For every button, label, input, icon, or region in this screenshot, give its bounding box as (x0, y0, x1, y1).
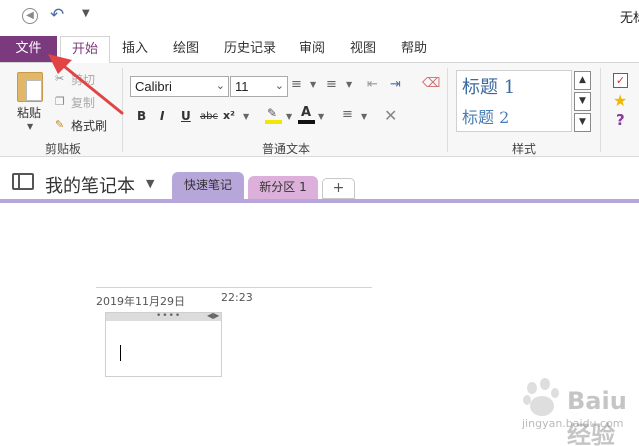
page-time: 22:23 (221, 291, 253, 304)
strikethrough-button[interactable]: abc (200, 111, 218, 122)
clear-icon[interactable]: ✕ (384, 106, 397, 125)
styles-scroll-down-icon[interactable]: ▼ (574, 92, 591, 111)
paste-sheet-icon (26, 80, 42, 101)
align-icon[interactable]: ≡ (342, 107, 353, 122)
italic-button[interactable]: I (160, 109, 164, 123)
section-color-band (0, 199, 639, 203)
letter-a-icon: A (301, 105, 312, 120)
copy-button[interactable]: 复制 (71, 94, 95, 111)
resize-handle-icon[interactable]: ◀▶ (207, 311, 219, 320)
font-color-icon[interactable]: A (298, 105, 315, 124)
font-size-combo[interactable]: 11 ⌄ (230, 76, 288, 97)
copy-icon[interactable]: ❐ (55, 96, 67, 108)
chevron-down-icon[interactable]: ▼ (361, 112, 367, 121)
tab-insert[interactable]: 插入 (115, 36, 155, 63)
chevron-down-icon[interactable]: ▼ (346, 80, 352, 89)
font-name-value: Calibri (135, 79, 172, 94)
star-icon[interactable]: ★ (613, 91, 627, 110)
clear-formatting-icon[interactable]: ⌫ (422, 76, 440, 91)
font-name-combo[interactable]: Calibri ⌄ (130, 76, 229, 97)
style-heading-2[interactable]: 标题 2 (462, 104, 509, 128)
chevron-down-icon[interactable]: ▼ (243, 112, 249, 121)
notebook-name[interactable]: 我的笔记本 (45, 172, 135, 198)
baidu-paw-icon (523, 378, 559, 416)
tab-file[interactable]: 文件 (0, 36, 57, 63)
bullet-list-icon[interactable]: ≡ (291, 77, 302, 92)
tab-help[interactable]: 帮助 (394, 36, 434, 63)
question-icon[interactable]: ? (616, 111, 625, 129)
decrease-indent-icon[interactable]: ⇤ (367, 77, 378, 92)
highlight-swatch (265, 120, 282, 124)
note-container[interactable] (105, 312, 222, 377)
undo-icon[interactable]: ↶ (50, 5, 64, 25)
notebook-icon[interactable] (12, 173, 34, 190)
cut-button[interactable]: 剪切 (71, 71, 95, 88)
tab-history[interactable]: 历史记录 (220, 36, 280, 63)
tab-review[interactable]: 审阅 (292, 36, 332, 63)
section-tab-quick-notes[interactable]: 快速笔记 (172, 172, 244, 201)
format-painter-button[interactable]: 格式刷 (71, 117, 107, 134)
chevron-down-icon[interactable]: ▼ (310, 80, 316, 89)
increase-indent-icon[interactable]: ⇥ (390, 77, 401, 92)
notebook-spine (18, 175, 20, 188)
page-date: 2019年11月29日 (96, 295, 185, 308)
page-title-line[interactable] (96, 287, 372, 288)
styles-more-icon[interactable]: ▼ (574, 113, 591, 132)
clipboard-group-label: 剪贴板 (45, 142, 82, 156)
text-cursor (120, 345, 121, 361)
style-heading-1[interactable]: 标题 1 (462, 73, 515, 99)
chevron-down-icon[interactable]: ▼ (286, 112, 292, 121)
group-separator (600, 68, 601, 152)
underline-button[interactable]: U (181, 109, 191, 123)
format-painter-icon[interactable]: ✎ (55, 119, 67, 131)
chevron-down-icon[interactable]: ⌄ (275, 77, 284, 96)
styles-group-label: 样式 (512, 142, 537, 156)
section-tab-new-section[interactable]: 新分区 1 (248, 176, 318, 201)
tab-draw[interactable]: 绘图 (166, 36, 206, 63)
tab-home[interactable]: 开始 (60, 36, 110, 63)
cut-icon[interactable]: ✂ (55, 73, 67, 85)
ribbon-bottom-border (0, 156, 639, 157)
paste-button[interactable]: 粘贴 (17, 104, 41, 121)
highlight-color-icon[interactable]: ✎ (265, 106, 282, 124)
add-section-button[interactable]: + (322, 178, 355, 199)
move-handle-icon[interactable]: •••• (156, 311, 181, 321)
tab-view[interactable]: 视图 (343, 36, 383, 63)
chevron-down-icon[interactable]: ⌄ (216, 77, 225, 96)
customize-quick-access-icon[interactable]: ▼ (82, 8, 90, 19)
group-separator (122, 68, 123, 152)
watermark-subtext: jingyan.baidu.com (522, 417, 624, 430)
chevron-down-icon[interactable]: ▼ (318, 112, 324, 121)
bold-button[interactable]: B (137, 109, 146, 123)
group-separator (447, 68, 448, 152)
back-icon[interactable]: ◀ (22, 8, 38, 24)
font-size-value: 11 (235, 79, 249, 94)
pen-icon: ✎ (267, 106, 278, 120)
chevron-down-icon[interactable]: ▼ (146, 177, 154, 190)
todo-checkbox-icon[interactable]: ✓ (613, 73, 628, 88)
font-color-swatch (298, 120, 315, 124)
styles-scroll-up-icon[interactable]: ▲ (574, 71, 591, 90)
font-group-label: 普通文本 (262, 142, 311, 156)
numbered-list-icon[interactable]: ≡ (326, 77, 337, 92)
paste-dropdown-icon[interactable]: ▼ (27, 122, 33, 131)
superscript-button[interactable]: x² (223, 109, 235, 122)
window-title: 无标 (620, 11, 639, 26)
